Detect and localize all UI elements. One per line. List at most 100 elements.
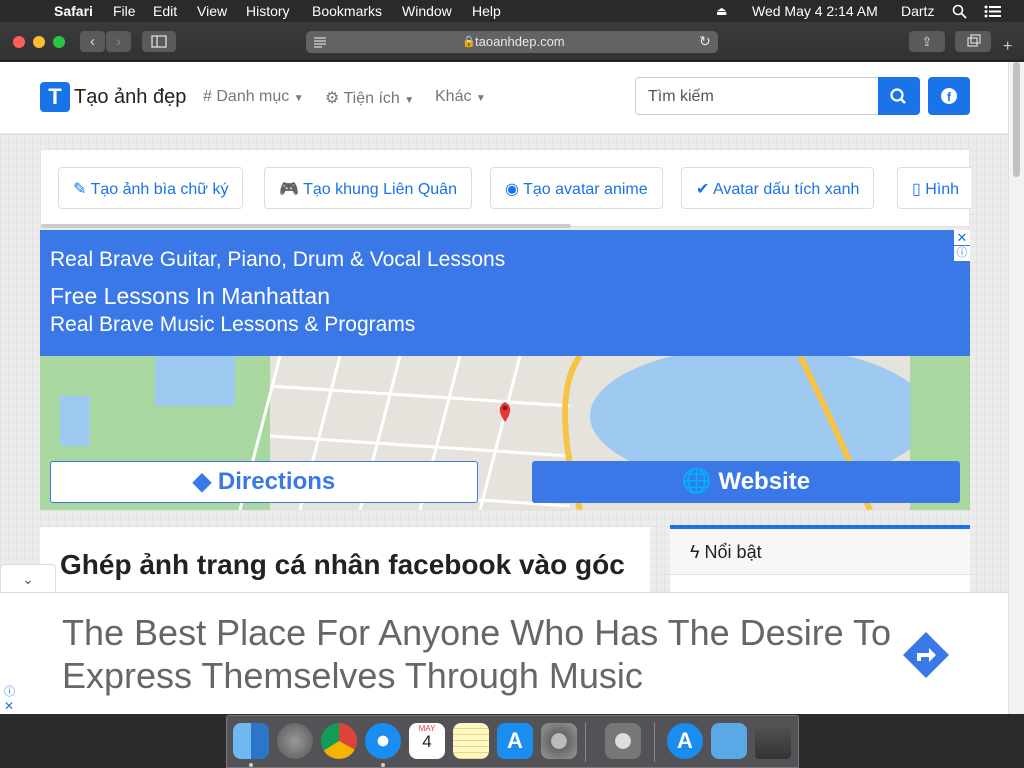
back-button[interactable]: ‹ [80,31,105,52]
search-input[interactable]: Tìm kiếm [635,77,879,115]
lightning-icon: ϟ [690,542,700,562]
chrome-icon[interactable] [321,723,357,759]
share-button[interactable]: ⇪ [909,31,945,52]
applications-folder-icon[interactable]: A [667,723,703,759]
sidebar-toggle-button[interactable] [142,31,176,52]
scrollbar-thumb[interactable] [1013,62,1020,177]
caret-down-icon: ▼ [404,95,415,106]
sidebar-icon [151,35,167,48]
notes-icon[interactable] [453,723,489,759]
web-page: T Tạo ảnh đẹp # Danh mục ▼ ⚙ Tiện ích ▼ … [0,62,1008,714]
ad-info-icon[interactable]: ⓘ [4,683,15,699]
check-circle-icon: ✔ [696,181,710,198]
facebook-icon: f [941,88,957,104]
nav-khac[interactable]: Khác ▼ [435,88,486,106]
minimize-window-button[interactable] [33,36,45,48]
safari-icon[interactable] [365,723,401,759]
quick-link-dau-tich-xanh[interactable]: ✔ Avatar dấu tích xanh [681,167,875,209]
calendar-icon[interactable]: MAY 4 [409,723,445,759]
site-logo-text[interactable]: Tạo ảnh đẹp [74,86,186,109]
url-text[interactable]: taoanhdep.com [475,34,565,49]
caret-down-icon: ▼ [475,93,486,104]
app-store-icon[interactable]: A [497,723,533,759]
site-header: T Tạo ảnh đẹp # Danh mục ▼ ⚙ Tiện ích ▼ … [0,62,1008,134]
search-button[interactable] [878,77,920,115]
quick-link-avatar-anime[interactable]: ◉ Tạo avatar anime [490,167,663,209]
facebook-button[interactable]: f [928,77,970,115]
new-tab-button[interactable]: + [1003,38,1012,56]
zoom-window-button[interactable] [53,36,65,48]
search-icon [890,88,906,104]
collapse-ad-button[interactable]: ⌄ [0,564,56,592]
running-indicator [249,763,253,767]
lock-icon: 🔒 [462,36,476,48]
reader-icon[interactable] [313,36,327,48]
ad-map[interactable]: ◆ Directions 🌐 Website [40,346,970,510]
ad-banner-text[interactable]: Real Brave Guitar, Piano, Drum & Vocal L… [40,230,970,356]
mobile-icon: ▯ [912,181,921,198]
ad-close-icon[interactable]: ✕ [4,699,14,713]
menu-window[interactable]: Window [402,3,452,19]
nav-danh-muc[interactable]: # Danh mục ▼ [203,88,304,106]
eject-icon[interactable]: ⏏ [716,4,727,18]
address-bar[interactable]: 🔒 taoanhdep.com ↻ [306,31,718,53]
menu-view[interactable]: View [197,3,227,19]
quick-link-anh-bia[interactable]: ✎ Tạo ảnh bìa chữ ký [58,167,244,209]
ad-line-3: Real Brave Music Lessons & Programs [50,313,416,336]
dock-divider [654,722,655,762]
site-logo-icon[interactable]: T [40,82,70,112]
menu-history[interactable]: History [246,3,290,19]
gears-icon: ⚙ [325,90,340,107]
horizontal-scrollbar[interactable] [41,224,571,228]
menu-help[interactable]: Help [472,3,501,19]
ad-arrow-icon[interactable] [902,631,950,679]
ad-close-icon[interactable]: ✕ [954,230,970,245]
running-indicator [381,763,385,767]
notification-center-icon[interactable] [984,5,1001,18]
quick-link-lien-quan[interactable]: 🎮 Tạo khung Liên Quân [264,167,472,209]
menu-app-name[interactable]: Safari [54,3,93,19]
close-window-button[interactable] [13,36,25,48]
trash-icon[interactable] [755,723,791,759]
hash-icon: # [203,88,212,105]
downloads-folder-icon[interactable] [711,723,747,759]
website-button[interactable]: 🌐 Website [532,461,960,503]
quick-links-bar: ✎ Tạo ảnh bìa chữ ký 🎮 Tạo khung Liên Qu… [40,149,971,228]
tabs-icon [967,34,981,47]
dock: MAY 4 A A [226,715,799,768]
menu-datetime[interactable]: Wed May 4 2:14 AM [752,3,878,19]
finder-icon[interactable] [233,723,269,759]
chevron-down-icon: ⌄ [22,571,34,587]
system-preferences-icon[interactable] [541,723,577,759]
menu-user[interactable]: Dartz [901,3,934,19]
menu-bookmarks[interactable]: Bookmarks [312,3,382,19]
bottom-ad-text: The Best Place For Anyone Who Has The De… [62,612,892,696]
nav-tien-ich[interactable]: ⚙ Tiện ích ▼ [325,88,414,108]
featured-title: ϟ Nổi bật [690,542,762,562]
article-title[interactable]: Ghép ảnh trang cá nhân facebook vào góc [60,549,625,581]
directions-button[interactable]: ◆ Directions [50,461,478,503]
caret-down-icon: ▼ [293,93,304,104]
automator-icon[interactable] [605,723,641,759]
forward-button[interactable]: › [106,31,131,52]
menu-bar: Safari File Edit View History Bookmarks … [0,0,1024,22]
page-scrollbar[interactable] [1008,62,1024,714]
signature-icon: ✎ [73,181,87,198]
dock-divider [585,722,586,762]
gamepad-icon: 🎮 [279,181,299,198]
globe-icon: 🌐 [681,468,712,495]
launchpad-icon[interactable] [277,723,313,759]
tabs-overview-button[interactable] [955,31,991,52]
map-ad[interactable]: Real Brave Guitar, Piano, Drum & Vocal L… [40,230,970,510]
bottom-ad[interactable]: The Best Place For Anyone Who Has The De… [0,592,1008,714]
spotlight-icon[interactable] [952,4,967,19]
menu-edit[interactable]: Edit [153,3,177,19]
directions-icon: ◆ [192,468,212,495]
reload-icon[interactable]: ↻ [699,33,711,50]
ad-line-1: Real Brave Guitar, Piano, Drum & Vocal L… [50,248,506,271]
ad-line-2: Free Lessons In Manhattan [50,283,330,309]
ad-info-icon[interactable]: ⓘ [954,246,970,261]
menu-file[interactable]: File [113,3,136,19]
user-circle-icon: ◉ [505,181,519,198]
quick-link-hinh[interactable]: ▯ Hình [897,167,971,209]
